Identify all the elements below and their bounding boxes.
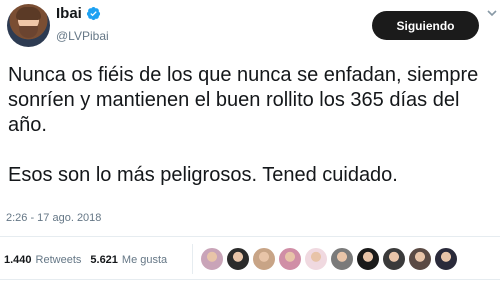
following-button[interactable]: Siguiendo (372, 11, 479, 40)
verified-badge-icon (86, 6, 100, 21)
author-handle[interactable]: @LVPibai (56, 29, 109, 43)
liker-avatar-3[interactable] (251, 246, 277, 272)
author-avatar[interactable] (7, 4, 50, 47)
liker-avatar-9[interactable] (407, 246, 433, 272)
liker-avatars (199, 246, 459, 272)
stats-separator (192, 244, 193, 274)
liker-avatar-4[interactable] (277, 246, 303, 272)
tweet-timestamp[interactable]: 2:26 - 17 ago. 2018 (6, 212, 101, 224)
chevron-down-icon[interactable] (487, 8, 497, 18)
liker-avatar-10[interactable] (433, 246, 459, 272)
avatar-hair (16, 7, 41, 20)
tweet-text: Nunca os fiéis de los que nunca se enfad… (8, 63, 494, 188)
liker-avatar-5[interactable] (303, 246, 329, 272)
retweets-label[interactable]: Retweets (36, 254, 82, 266)
tweet-paragraph-2: Esos son lo más peligrosos. Tened cuidad… (8, 164, 398, 186)
retweets-count[interactable]: 1.440 (4, 254, 32, 266)
tweet-paragraph-1: Nunca os fiéis de los que nunca se enfad… (8, 64, 479, 136)
likes-label[interactable]: Me gusta (122, 254, 167, 266)
tweet-card: Ibai @LVPibai Siguiendo Nunca os fiéis d… (0, 0, 500, 284)
author-name-row: Ibai (56, 5, 101, 22)
divider (0, 279, 500, 280)
liker-avatar-7[interactable] (355, 246, 381, 272)
tweet-stats: 1.440 Retweets 5.621 Me gusta (4, 254, 176, 266)
divider (0, 236, 500, 237)
liker-avatar-8[interactable] (381, 246, 407, 272)
liker-avatar-1[interactable] (199, 246, 225, 272)
liker-avatar-6[interactable] (329, 246, 355, 272)
likes-count[interactable]: 5.621 (90, 254, 118, 266)
liker-avatar-2[interactable] (225, 246, 251, 272)
author-display-name[interactable]: Ibai (56, 5, 82, 22)
avatar-beard (19, 26, 38, 38)
